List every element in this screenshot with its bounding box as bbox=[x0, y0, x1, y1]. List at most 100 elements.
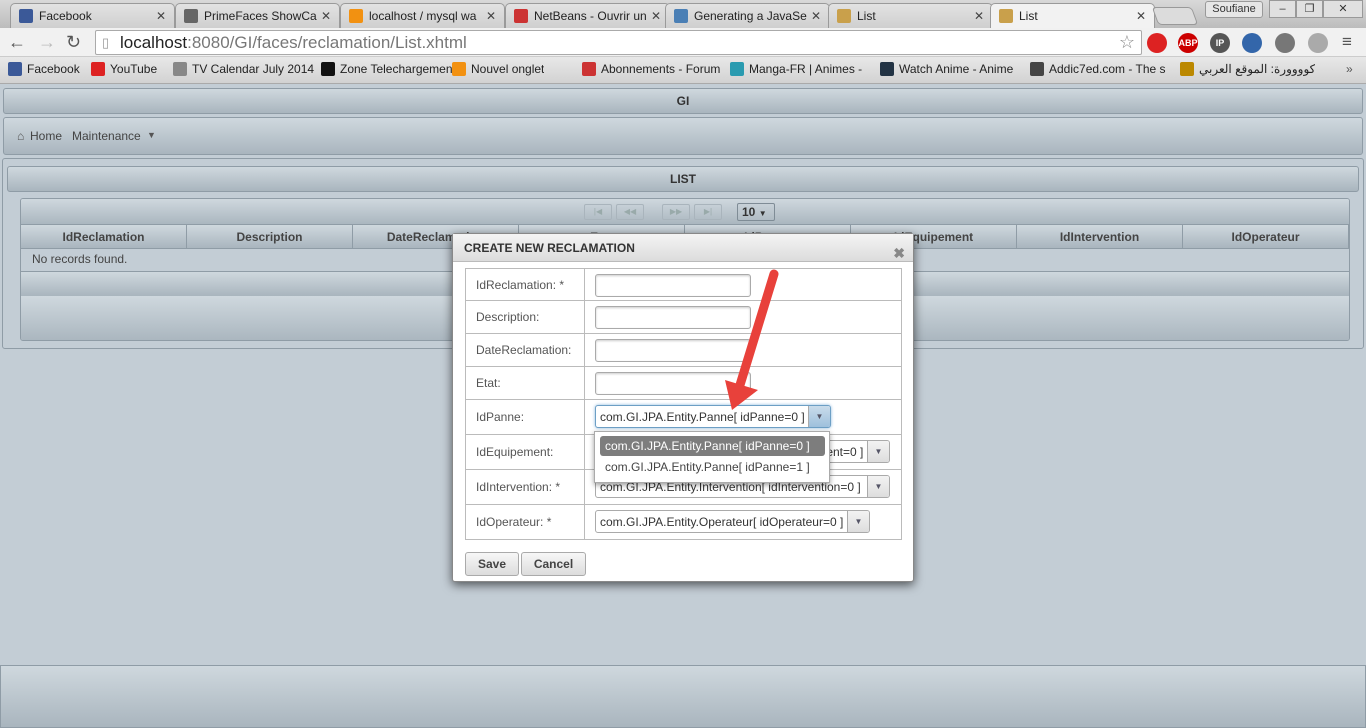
last-page-button[interactable]: ▶| bbox=[694, 204, 722, 220]
favicon-icon bbox=[184, 9, 198, 23]
chevron-down-icon[interactable]: ▼ bbox=[867, 476, 889, 497]
browser-tab[interactable]: List ✕ bbox=[990, 3, 1155, 28]
prev-page-button[interactable]: ◀◀ bbox=[616, 204, 644, 220]
bookmark-label: Abonnements - Forum bbox=[601, 62, 721, 76]
field-input[interactable] bbox=[595, 372, 751, 395]
browser-tab[interactable]: Facebook ✕ bbox=[10, 3, 175, 28]
close-tab-icon[interactable]: ✕ bbox=[486, 9, 496, 23]
extension-icon[interactable] bbox=[1242, 33, 1262, 53]
forward-icon[interactable]: → bbox=[38, 32, 56, 53]
bookmark-item[interactable]: Manga-FR | Animes - bbox=[730, 62, 862, 76]
field-select[interactable]: com.GI.JPA.Entity.Panne[ idPanne=0 ] ▼ bbox=[595, 405, 831, 428]
browser-tab[interactable]: NetBeans - Ouvrir un ✕ bbox=[505, 3, 670, 28]
next-page-button[interactable]: ▶▶ bbox=[662, 204, 690, 220]
bookmark-item[interactable]: YouTube bbox=[91, 62, 157, 76]
tab-title: List bbox=[857, 9, 876, 23]
field-select[interactable]: com.GI.JPA.Entity.Operateur[ idOperateur… bbox=[595, 510, 870, 533]
form-row: Etat: bbox=[465, 367, 902, 400]
column-header[interactable]: Description bbox=[187, 225, 353, 249]
field-input[interactable] bbox=[595, 274, 751, 297]
idpanne-dropdown-list: com.GI.JPA.Entity.Panne[ idPanne=0 ] com… bbox=[594, 431, 830, 483]
rows-per-page-select[interactable]: 10 ▼ bbox=[737, 203, 775, 221]
chevron-down-icon[interactable]: ▼ bbox=[808, 406, 830, 427]
menu-maintenance[interactable]: Maintenance bbox=[72, 129, 141, 143]
form-row: IdPanne: com.GI.JPA.Entity.Panne[ idPanne… bbox=[465, 400, 902, 435]
column-header[interactable]: IdReclamation bbox=[21, 225, 187, 249]
field-label: Description: bbox=[466, 301, 585, 333]
bookmark-item[interactable]: Nouvel onglet bbox=[452, 62, 544, 76]
close-tab-icon[interactable]: ✕ bbox=[974, 9, 984, 23]
page-icon: ▯ bbox=[102, 35, 110, 50]
cancel-button[interactable]: Cancel bbox=[521, 552, 586, 576]
bookmark-star-icon[interactable]: ☆ bbox=[1119, 31, 1135, 54]
bookmark-label: YouTube bbox=[110, 62, 158, 76]
close-tab-icon[interactable]: ✕ bbox=[811, 9, 821, 23]
address-bar[interactable]: ▯ localhost:8080/GI/faces/reclamation/Li… bbox=[95, 30, 1142, 55]
bookmark-item[interactable]: Abonnements - Forum bbox=[582, 62, 720, 76]
browser-tab[interactable]: List ✕ bbox=[828, 3, 993, 28]
form-row: IdOperateur: * com.GI.JPA.Entity.Operateu… bbox=[465, 505, 902, 540]
tab-title: Generating a JavaSe bbox=[694, 9, 807, 23]
close-tab-icon[interactable]: ✕ bbox=[651, 9, 661, 23]
create-reclamation-dialog: CREATE NEW RECLAMATION ✖ IdReclamation: … bbox=[452, 233, 914, 582]
new-tab-button[interactable] bbox=[1151, 7, 1199, 25]
home-icon: ⌂ bbox=[17, 129, 25, 143]
form-row: Description: bbox=[465, 301, 902, 334]
column-header[interactable]: IdIntervention bbox=[1017, 225, 1183, 249]
dialog-title: CREATE NEW RECLAMATION bbox=[464, 241, 635, 255]
chevron-down-icon[interactable]: ▼ bbox=[847, 511, 869, 532]
browser-tab[interactable]: localhost / mysql wa ✕ bbox=[340, 3, 505, 28]
menubar: ⌂ Home Maintenance ▼ bbox=[3, 117, 1363, 155]
bookmark-item[interactable]: Zone Telechargement bbox=[321, 62, 456, 76]
form-row: IdReclamation: * bbox=[465, 268, 902, 301]
bookmark-item[interactable]: كوووورة: الموقع العربي bbox=[1180, 62, 1315, 76]
bookmark-icon bbox=[321, 62, 335, 76]
extension-icon[interactable]: IP bbox=[1210, 33, 1230, 53]
field-label: IdEquipement: bbox=[466, 435, 585, 469]
bookmark-label: كوووورة: الموقع العربي bbox=[1199, 62, 1316, 76]
profile-button[interactable]: Soufiane bbox=[1205, 1, 1263, 18]
first-page-button[interactable]: |◀ bbox=[584, 204, 612, 220]
tab-title: List bbox=[1019, 9, 1038, 23]
bookmark-label: TV Calendar July 2014 bbox=[192, 62, 315, 76]
panel-title: LIST bbox=[670, 172, 696, 186]
field-label: IdReclamation: * bbox=[466, 269, 585, 300]
browser-tab[interactable]: Generating a JavaSe ✕ bbox=[665, 3, 830, 28]
dialog-header: CREATE NEW RECLAMATION ✖ bbox=[453, 234, 913, 262]
chevron-down-icon[interactable]: ▼ bbox=[867, 441, 889, 462]
bookmark-item[interactable]: Facebook bbox=[8, 62, 80, 76]
bookmark-item[interactable]: Addic7ed.com - The s bbox=[1030, 62, 1166, 76]
favicon-icon bbox=[837, 9, 851, 23]
reload-icon[interactable]: ↻ bbox=[66, 32, 81, 53]
field-input[interactable] bbox=[595, 339, 751, 362]
empty-message: No records found. bbox=[32, 252, 128, 266]
close-tab-icon[interactable]: ✕ bbox=[1136, 9, 1146, 23]
close-icon[interactable]: ✖ bbox=[893, 239, 905, 267]
extension-icon[interactable]: ABP bbox=[1178, 33, 1198, 53]
column-header[interactable]: IdOperateur bbox=[1183, 225, 1349, 249]
minimize-button[interactable]: – bbox=[1269, 0, 1296, 18]
extension-icon[interactable] bbox=[1147, 33, 1167, 53]
extension-icon[interactable] bbox=[1308, 33, 1328, 53]
rows-per-page-value: 10 bbox=[742, 205, 756, 219]
more-bookmarks-icon[interactable]: » bbox=[1346, 62, 1353, 76]
bookmark-item[interactable]: Watch Anime - Anime bbox=[880, 62, 1013, 76]
bookmark-icon bbox=[880, 62, 894, 76]
restore-button[interactable]: ❐ bbox=[1296, 0, 1323, 18]
save-button[interactable]: Save bbox=[465, 552, 519, 576]
menu-home[interactable]: Home bbox=[30, 129, 62, 143]
favicon-icon bbox=[19, 9, 33, 23]
browser-tab[interactable]: PrimeFaces ShowCase ✕ bbox=[175, 3, 340, 28]
extension-icon[interactable] bbox=[1275, 33, 1295, 53]
dropdown-option[interactable]: com.GI.JPA.Entity.Panne[ idPanne=0 ] bbox=[600, 436, 825, 456]
field-input[interactable] bbox=[595, 306, 751, 329]
close-window-button[interactable]: ✕ bbox=[1323, 0, 1363, 18]
bookmark-item[interactable]: TV Calendar July 2014 bbox=[173, 62, 314, 76]
back-icon[interactable]: ← bbox=[8, 32, 26, 53]
close-tab-icon[interactable]: ✕ bbox=[321, 9, 331, 23]
app-header: GI bbox=[3, 88, 1363, 114]
chrome-menu-icon[interactable]: ≡ bbox=[1342, 32, 1352, 52]
close-tab-icon[interactable]: ✕ bbox=[156, 9, 166, 23]
dropdown-option[interactable]: com.GI.JPA.Entity.Panne[ idPanne=1 ] bbox=[600, 457, 825, 477]
tab-title: Facebook bbox=[39, 9, 92, 23]
